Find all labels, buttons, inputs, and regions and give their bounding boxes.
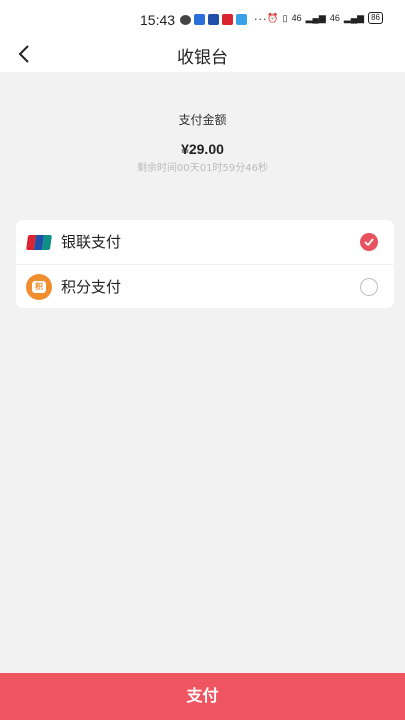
amount-value: ¥29.00: [181, 141, 224, 157]
signal-icon-2: ▂▄▆: [343, 12, 365, 23]
method-points[interactable]: 积 积分支付: [16, 264, 394, 308]
signal-label-2: 46: [329, 13, 340, 23]
nav-bar: 收银台: [0, 36, 405, 72]
amount-label: 支付金额: [178, 113, 227, 127]
method-label: 积分支付: [61, 278, 122, 296]
method-unionpay[interactable]: 银联支付: [16, 220, 394, 264]
alarm-icon: ⏰: [267, 12, 279, 23]
pay-button[interactable]: 支付: [0, 673, 405, 720]
battery-icon: 86: [368, 12, 383, 24]
method-label: 银联支付: [61, 233, 122, 251]
payment-method-list: 银联支付 积 积分支付: [16, 220, 394, 308]
status-time: 15:43: [140, 12, 176, 28]
radio-icon[interactable]: [360, 278, 378, 296]
page-title: 收银台: [177, 48, 228, 68]
unionpay-icon: [25, 230, 53, 254]
notification-icons: ···: [180, 13, 268, 26]
status-bar: 15:43 ··· ⏰ ▯ 46 ▂▄▆ 46 ▂▄▆ 86: [0, 0, 405, 36]
app-icon-red: [222, 14, 233, 25]
vibrate-icon: ▯: [282, 12, 288, 23]
app-icon-navy: [208, 14, 219, 25]
signal-label-1: 46: [291, 13, 302, 23]
app-icon-lightblue: [236, 14, 247, 25]
remaining-time: 剩余时间00天01时59分46秒: [137, 163, 268, 174]
signal-icon: ▂▄▆: [305, 12, 326, 23]
amount-section: 支付金额 ¥29.00 剩余时间00天01时59分46秒: [0, 110, 405, 177]
more-notifications-icon: ···: [254, 13, 268, 26]
points-icon: 积: [26, 274, 52, 300]
system-icons: ⏰ ▯ 46 ▂▄▆ 46 ▂▄▆ 86: [267, 12, 383, 24]
message-icon: [180, 14, 191, 25]
check-icon[interactable]: [360, 233, 378, 251]
app-icon-blue: [194, 14, 205, 25]
